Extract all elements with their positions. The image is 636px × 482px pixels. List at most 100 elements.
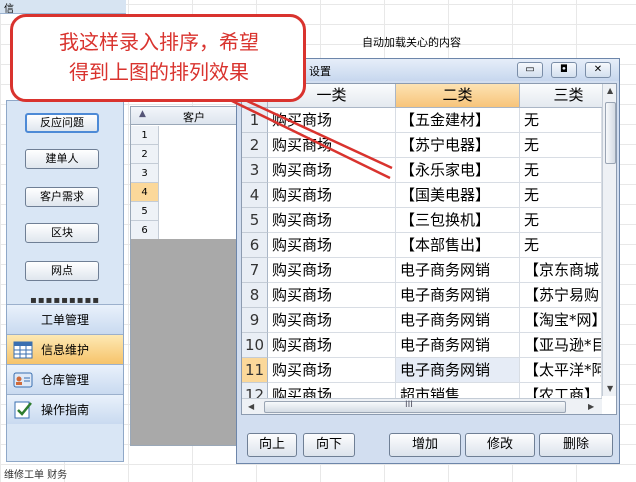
row-number[interactable]: 1 (242, 108, 268, 133)
table-cell[interactable]: 无 (520, 183, 602, 208)
column-header-2[interactable]: 二类 (396, 84, 520, 108)
table-cell[interactable]: 购买商场 (268, 133, 396, 158)
minimize-button[interactable]: ▭ (517, 62, 543, 78)
scroll-left-arrow[interactable]: ◀ (248, 402, 254, 411)
vertical-scrollbar[interactable]: ▲ ▼ (602, 84, 616, 396)
row-number: 2 (131, 145, 159, 164)
table-row[interactable]: 6 购买商场 【本部售出】无 (242, 233, 602, 258)
vertical-scroll-thumb[interactable] (605, 102, 616, 164)
table-row[interactable]: 8 购买商场 电子商务网销 【苏宁易购 (242, 283, 602, 308)
scroll-up-arrow[interactable]: ▲ (607, 86, 613, 95)
empty-area (131, 239, 241, 445)
move-up-button[interactable]: 向上 (247, 433, 297, 457)
checklist-icon (14, 401, 32, 419)
table-cell[interactable]: 购买商场 (268, 183, 396, 208)
table-cell[interactable]: 【永乐家电】 (396, 158, 520, 183)
table-row[interactable]: 1 购买商场 【五金建材】无 (242, 108, 602, 133)
table-cell[interactable]: 无 (520, 158, 602, 183)
scroll-right-arrow[interactable]: ▶ (588, 402, 594, 411)
horizontal-scroll-thumb[interactable]: III (264, 400, 566, 413)
header-cell: 客户 (183, 111, 205, 124)
bottom-tabs-text: 维修工单 财务 (4, 470, 68, 481)
table-cell[interactable]: 购买商场 (268, 258, 396, 283)
row-number: 4 (131, 183, 159, 202)
table-cell[interactable]: 电子商务网销 (396, 258, 520, 283)
row-number: 5 (131, 202, 159, 221)
block-button[interactable]: 区块 (25, 223, 99, 243)
table-row[interactable]: 3 购买商场 【永乐家电】无 (242, 158, 602, 183)
feedback-button[interactable]: 反应问题 (25, 113, 99, 133)
row-number: 1 (131, 126, 159, 145)
table-cell[interactable]: 【京东商城 (520, 258, 602, 283)
row-number[interactable]: 5 (242, 208, 268, 233)
table-cell[interactable]: 【淘宝*网】 (520, 308, 602, 333)
row-number[interactable]: 2 (242, 133, 268, 158)
add-button[interactable]: 增加 (389, 433, 461, 457)
row-number[interactable]: 6 (242, 233, 268, 258)
table-cell[interactable]: 【苏宁电器】 (396, 133, 520, 158)
table-icon (13, 341, 33, 359)
scroll-down-arrow[interactable]: ▼ (607, 384, 613, 393)
nav-label: 信息维护 (41, 343, 90, 357)
table-cell[interactable]: 购买商场 (268, 108, 396, 133)
table-cell[interactable]: 购买商场 (268, 283, 396, 308)
creator-button[interactable]: 建单人 (25, 149, 99, 169)
nav-label: 操作指南 (41, 403, 90, 417)
table-cell[interactable]: 购买商场 (268, 358, 396, 383)
sort-icon: ▲ (139, 109, 146, 119)
nav-work-order[interactable]: 工单管理 (7, 304, 123, 334)
table-cell[interactable]: 电子商务网销 (396, 283, 520, 308)
close-button[interactable]: ✕ (585, 62, 611, 78)
table-cell[interactable]: 购买商场 (268, 308, 396, 333)
scroll-grip: III (405, 400, 413, 410)
nav-info-maintenance[interactable]: 信息维护 (7, 334, 123, 364)
settings-dialog: 设置 ▭ ◘ ✕ 一类 二类 三类 1 购买商场 【五金建材】无 2 购买商场 【苏宁电器… (236, 58, 620, 464)
nav-label: 工单管理 (40, 313, 89, 327)
category-grid[interactable]: 一类 二类 三类 1 购买商场 【五金建材】无 2 购买商场 【苏宁电器】无 3 购买商场 【永… (241, 83, 617, 415)
table-cell[interactable]: 电子商务网销 (396, 358, 520, 383)
table-cell[interactable]: 购买商场 (268, 158, 396, 183)
table-row[interactable]: 10 购买商场 电子商务网销 【亚马逊*目 (242, 333, 602, 358)
table-cell[interactable]: 【亚马逊*目 (520, 333, 602, 358)
table-cell[interactable]: 【国美电器】 (396, 183, 520, 208)
table-cell[interactable]: 购买商场 (268, 208, 396, 233)
table-cell[interactable]: 【三包换机】 (396, 208, 520, 233)
outlet-button[interactable]: 网点 (25, 261, 99, 281)
callout-line-2: 得到上图的排列效果 (69, 60, 249, 84)
table-row[interactable]: 11 购买商场 电子商务网销 【太平洋*阿 (242, 358, 602, 383)
table-cell[interactable]: 购买商场 (268, 333, 396, 358)
row-number[interactable]: 9 (242, 308, 268, 333)
table-row[interactable]: 2 购买商场 【苏宁电器】无 (242, 133, 602, 158)
move-down-button[interactable]: 向下 (303, 433, 355, 457)
customer-needs-button[interactable]: 客户需求 (25, 187, 99, 207)
table-cell[interactable]: 无 (520, 133, 602, 158)
table-cell[interactable]: 无 (520, 233, 602, 258)
table-row[interactable]: 4 购买商场 【国美电器】无 (242, 183, 602, 208)
table-cell[interactable]: 无 (520, 108, 602, 133)
table-row[interactable]: 7 购买商场 电子商务网销 【京东商城 (242, 258, 602, 283)
table-cell[interactable]: 【五金建材】 (396, 108, 520, 133)
maximize-button[interactable]: ◘ (551, 62, 577, 78)
table-row[interactable]: 5 购买商场 【三包换机】无 (242, 208, 602, 233)
row-number[interactable]: 11 (242, 358, 268, 383)
table-cell[interactable]: 【本部售出】 (396, 233, 520, 258)
table-cell[interactable]: 【太平洋*阿 (520, 358, 602, 383)
annotation-callout: 我这样录入排序，希望 得到上图的排列效果 (10, 14, 306, 102)
row-number[interactable]: 4 (242, 183, 268, 208)
nav-warehouse[interactable]: 仓库管理 (7, 364, 123, 394)
table-cell[interactable]: 无 (520, 208, 602, 233)
contact-card-icon (13, 372, 33, 388)
table-cell[interactable]: 电子商务网销 (396, 308, 520, 333)
table-cell[interactable]: 电子商务网销 (396, 333, 520, 358)
edit-button[interactable]: 修改 (465, 433, 535, 457)
table-row[interactable]: 9 购买商场 电子商务网销 【淘宝*网】 (242, 308, 602, 333)
delete-button[interactable]: 删除 (539, 433, 613, 457)
table-cell[interactable]: 购买商场 (268, 233, 396, 258)
row-number[interactable]: 10 (242, 333, 268, 358)
horizontal-scrollbar[interactable]: ◀ III ▶ (242, 398, 602, 414)
nav-guide[interactable]: 操作指南 (7, 394, 123, 424)
row-number[interactable]: 3 (242, 158, 268, 183)
table-cell[interactable]: 【苏宁易购 (520, 283, 602, 308)
row-number[interactable]: 8 (242, 283, 268, 308)
row-number[interactable]: 7 (242, 258, 268, 283)
